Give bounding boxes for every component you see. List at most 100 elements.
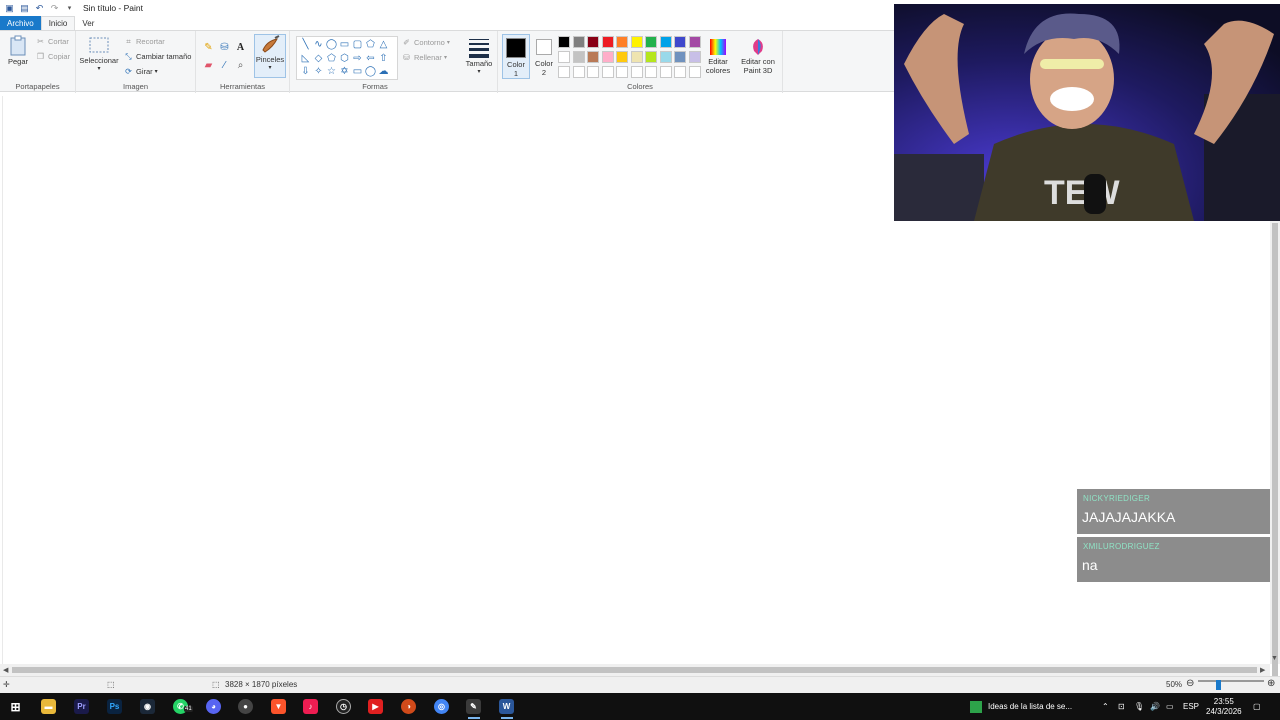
notifications-icon[interactable]: ▢ bbox=[1253, 693, 1261, 720]
resize-button[interactable]: ⤡ Cambiar tamaño bbox=[124, 52, 191, 62]
palette-swatch[interactable] bbox=[659, 51, 672, 63]
redo-icon[interactable]: ↷ bbox=[49, 3, 60, 14]
pentagon-shape-icon[interactable]: ⬠ bbox=[325, 52, 338, 66]
zoom-out-icon[interactable]: ⊖ bbox=[1186, 678, 1194, 689]
palette-swatch[interactable] bbox=[587, 51, 599, 63]
zoom-slider-thumb[interactable] bbox=[1216, 680, 1221, 690]
palette-swatch[interactable] bbox=[616, 51, 628, 63]
outline-button[interactable]: ✐ Contorno ▾ bbox=[402, 38, 450, 47]
save-icon[interactable]: ▤ bbox=[19, 3, 30, 14]
left-arrow-shape-icon[interactable]: ⇦ bbox=[364, 52, 377, 66]
palette-swatch[interactable] bbox=[616, 36, 628, 48]
palette-swatch[interactable] bbox=[630, 66, 643, 78]
six-point-star-shape-icon[interactable]: ✡ bbox=[338, 65, 351, 79]
tab-archivo[interactable]: Archivo bbox=[0, 16, 41, 30]
palette-swatch[interactable] bbox=[645, 51, 657, 63]
tray-chevron-icon[interactable]: ⌃ bbox=[1102, 693, 1109, 720]
palette-swatch[interactable] bbox=[674, 51, 686, 63]
diamond-shape-icon[interactable]: ◇ bbox=[312, 52, 325, 66]
rectangle-shape-icon[interactable]: ▭ bbox=[338, 38, 351, 52]
recorder-icon[interactable]: ▶ bbox=[368, 699, 383, 714]
scroll-left-icon[interactable]: ◀ bbox=[3, 666, 8, 674]
photoshop-icon[interactable]: Ps bbox=[107, 699, 122, 714]
zoom-in-icon[interactable]: ⊕ bbox=[1267, 678, 1275, 689]
file-explorer-icon[interactable]: ▬ bbox=[41, 699, 56, 714]
polygon-shape-icon[interactable]: ⬠ bbox=[364, 38, 377, 52]
zoom-slider[interactable] bbox=[1198, 680, 1264, 682]
color2-button[interactable]: Color 2 bbox=[531, 34, 557, 79]
cut-button[interactable]: ✂ Cortar bbox=[36, 37, 69, 46]
palette-swatch[interactable] bbox=[601, 66, 614, 78]
premiere-icon[interactable]: Pr bbox=[74, 699, 89, 714]
language-indicator[interactable]: ESP bbox=[1183, 693, 1199, 720]
scroll-right-icon[interactable]: ▶ bbox=[1260, 666, 1265, 674]
right-triangle-shape-icon[interactable]: ◺ bbox=[299, 52, 312, 66]
triangle-shape-icon[interactable]: △ bbox=[377, 38, 390, 52]
palette-swatch[interactable] bbox=[659, 36, 672, 48]
palette-swatch[interactable] bbox=[645, 36, 657, 48]
palette-swatch[interactable] bbox=[572, 36, 585, 48]
tab-ver[interactable]: Ver bbox=[75, 16, 101, 30]
five-point-star-shape-icon[interactable]: ☆ bbox=[325, 65, 338, 79]
monitor-icon[interactable]: ▭ bbox=[1166, 693, 1174, 720]
palette-swatch[interactable] bbox=[645, 66, 657, 78]
chrome-icon[interactable]: ◎ bbox=[434, 699, 449, 714]
brushes-button[interactable]: Pinceles ▾ bbox=[254, 34, 286, 78]
color1-button[interactable]: Color 1 bbox=[502, 34, 530, 79]
paint-taskbar-icon[interactable]: ✎ bbox=[466, 699, 481, 714]
hexagon-shape-icon[interactable]: ⬡ bbox=[338, 52, 351, 66]
fill-bucket-icon[interactable]: ⛁ bbox=[218, 41, 231, 54]
palette-swatch[interactable] bbox=[558, 66, 570, 78]
notification-widget[interactable]: Ideas de la lista de se... bbox=[970, 693, 1072, 720]
palette-swatch[interactable] bbox=[674, 66, 686, 78]
down-arrow-shape-icon[interactable]: ⇩ bbox=[299, 65, 312, 79]
paint3d-button[interactable]: Editar con Paint 3D bbox=[738, 37, 778, 75]
dropdown-icon[interactable]: ▾ bbox=[64, 3, 75, 14]
horizontal-scroll-thumb[interactable] bbox=[12, 667, 1257, 673]
four-point-star-shape-icon[interactable]: ✧ bbox=[312, 65, 325, 79]
select-button[interactable]: Seleccionar ▾ bbox=[79, 36, 119, 74]
palette-swatch[interactable] bbox=[587, 66, 599, 78]
curve-shape-icon[interactable]: ∿ bbox=[312, 38, 325, 52]
shapes-gallery[interactable]: ╲ ∿ ◯ ▭ ▢ ⬠ △ ◺ ◇ ⬠ ⬡ ⇨ ⇦ ⇧ ⇩ ✧ ☆ ✡ ▭ ◯ … bbox=[296, 36, 398, 80]
steam-icon[interactable]: ◉ bbox=[140, 699, 155, 714]
palette-swatch[interactable] bbox=[688, 36, 701, 48]
word-icon[interactable]: W bbox=[499, 699, 514, 714]
pencil-icon[interactable]: ✎ bbox=[202, 41, 215, 54]
magnifier-icon[interactable]: ⌕ bbox=[234, 59, 247, 72]
edit-colors-button[interactable]: Editar colores bbox=[704, 37, 732, 75]
fill-button[interactable]: ⛁ Rellenar ▾ bbox=[402, 53, 447, 62]
eraser-icon[interactable]: ▰ bbox=[202, 59, 215, 72]
microphone-icon[interactable]: 🎙 bbox=[1134, 693, 1144, 720]
tiktok-icon[interactable]: ♪ bbox=[303, 699, 318, 714]
palette-swatch[interactable] bbox=[587, 36, 599, 48]
palette-swatch[interactable] bbox=[572, 51, 585, 63]
palette-swatch[interactable] bbox=[688, 51, 701, 63]
text-icon[interactable]: A bbox=[234, 41, 247, 54]
palette-swatch[interactable] bbox=[572, 66, 585, 78]
tab-inicio[interactable]: Inicio bbox=[40, 16, 76, 30]
palette-swatch[interactable] bbox=[688, 66, 701, 78]
cloud-callout-shape-icon[interactable]: ☁ bbox=[377, 65, 390, 79]
callout-shape-icon[interactable]: ▭ bbox=[351, 65, 364, 79]
palette-swatch[interactable] bbox=[601, 36, 614, 48]
right-arrow-shape-icon[interactable]: ⇨ bbox=[351, 52, 364, 66]
oval-shape-icon[interactable]: ◯ bbox=[325, 38, 338, 52]
clock-app-icon[interactable]: ◷ bbox=[336, 699, 351, 714]
color-picker-icon[interactable]: ⁄ bbox=[218, 59, 231, 72]
oval-callout-shape-icon[interactable]: ◯ bbox=[364, 65, 377, 79]
palette-swatch[interactable] bbox=[630, 51, 643, 63]
discord-icon[interactable]: ◕ bbox=[206, 699, 221, 714]
rounded-rectangle-shape-icon[interactable]: ▢ bbox=[351, 38, 364, 52]
clock[interactable]: 23:55 24/3/2026 bbox=[1206, 693, 1242, 720]
palette-swatch[interactable] bbox=[674, 36, 686, 48]
palette-swatch[interactable] bbox=[601, 51, 614, 63]
palette-swatch[interactable] bbox=[659, 66, 672, 78]
line-shape-icon[interactable]: ╲ bbox=[299, 38, 312, 52]
size-button[interactable]: Tamaño ▾ bbox=[463, 37, 495, 77]
brave-icon[interactable]: ▼ bbox=[271, 699, 286, 714]
palette-swatch[interactable] bbox=[630, 36, 643, 48]
windows-start-icon[interactable]: ⊞ bbox=[8, 699, 23, 714]
crop-button[interactable]: ⌗ Recortar bbox=[124, 37, 165, 47]
obs-icon[interactable]: ● bbox=[238, 699, 253, 714]
